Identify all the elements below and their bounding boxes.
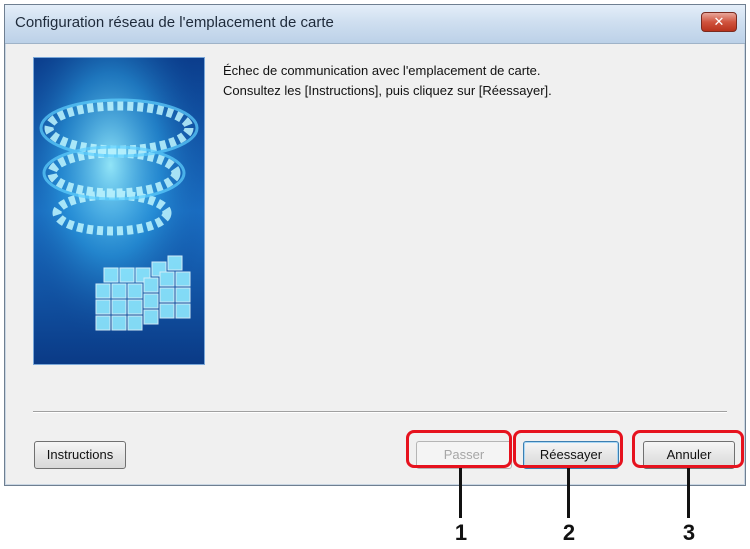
error-message: Échec de communication avec l'emplacemen… — [223, 61, 552, 101]
callout-number-1: 1 — [454, 520, 468, 545]
title-bar[interactable]: Configuration réseau de l'emplacement de… — [5, 5, 745, 44]
highlight-retry — [513, 430, 623, 468]
spiral-cubes-illustration — [34, 58, 204, 364]
instructions-button[interactable]: Instructions — [34, 441, 126, 469]
close-button[interactable]: ✕ — [701, 12, 737, 32]
highlight-cancel — [632, 430, 744, 468]
callout-number-2: 2 — [562, 520, 576, 545]
callout-line-2 — [567, 468, 570, 518]
callout-line-1 — [459, 468, 462, 518]
decorative-illustration — [33, 57, 205, 365]
close-icon: ✕ — [713, 14, 725, 29]
callout-number-3: 3 — [682, 520, 696, 545]
highlight-skip — [406, 430, 512, 468]
dialog-body: Échec de communication avec l'emplacemen… — [13, 49, 737, 477]
network-config-dialog: Configuration réseau de l'emplacement de… — [4, 4, 746, 486]
separator — [33, 411, 727, 413]
message-line-2: Consultez les [Instructions], puis cliqu… — [223, 83, 552, 98]
window-title: Configuration réseau de l'emplacement de… — [15, 14, 334, 31]
message-line-1: Échec de communication avec l'emplacemen… — [223, 63, 541, 78]
callout-line-3 — [687, 468, 690, 518]
